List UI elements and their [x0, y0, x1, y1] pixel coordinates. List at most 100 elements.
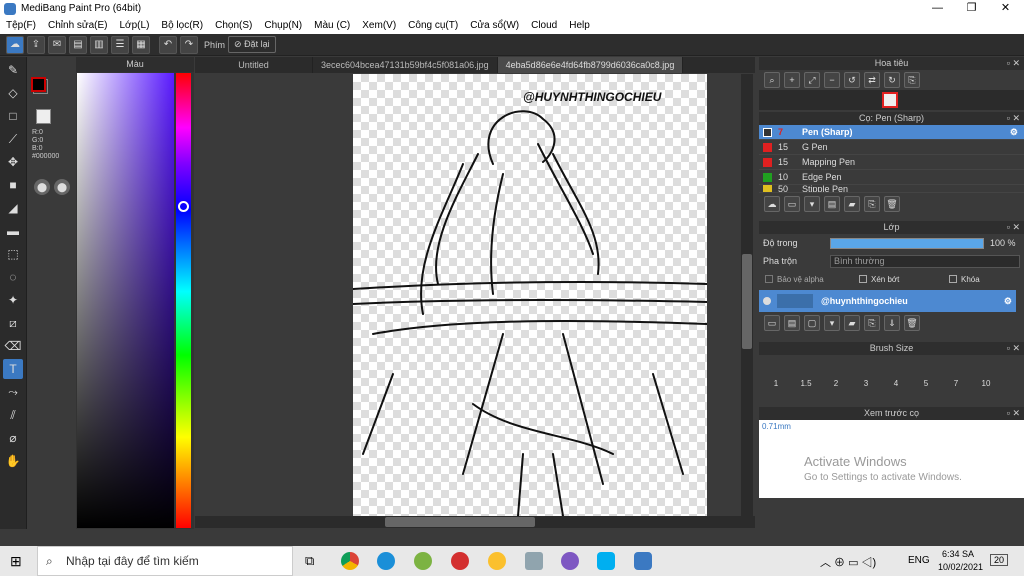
menu-cloud[interactable]: Cloud: [531, 20, 557, 31]
tab-untitled[interactable]: Untitled: [195, 57, 313, 73]
brush-panel-close-icon[interactable]: ▫ ✕: [1007, 112, 1020, 125]
taskbar-search-box[interactable]: ⌕ Nhập tại đây để tìm kiếm: [37, 546, 293, 576]
canvas-horizontal-scrollbar[interactable]: [195, 516, 755, 528]
line-tool-icon[interactable]: ⟋: [3, 129, 23, 149]
medibang-icon[interactable]: [634, 552, 652, 570]
document-icon[interactable]: ▥: [90, 35, 108, 54]
gradient-tool-icon[interactable]: ▬: [3, 221, 23, 241]
zoom-in-icon[interactable]: +: [784, 72, 800, 88]
undo-icon[interactable]: ↶: [159, 35, 177, 54]
brush-settings-icon[interactable]: ⚙: [1010, 127, 1018, 138]
tab-image-2[interactable]: 4eba5d86e6e4fd64fb8799d6036ca0c8.jpg: [497, 57, 684, 73]
tab-image-1[interactable]: 3ecec604bcea47131b59bf4c5f081a06.jpg: [313, 57, 498, 73]
add-layer-dropdown-icon[interactable]: ▾: [824, 315, 840, 331]
new-layer-icon[interactable]: ▭: [764, 315, 780, 331]
copy-view-icon[interactable]: ⎘: [904, 72, 920, 88]
drawing-canvas[interactable]: @HUYNHTHINGOCHIEU: [353, 74, 707, 516]
skype-icon[interactable]: [597, 552, 615, 570]
navigator-view-box[interactable]: [882, 92, 898, 108]
menu-view[interactable]: Xem(V): [362, 20, 396, 31]
redo-icon[interactable]: ↷: [180, 35, 198, 54]
menu-filter[interactable]: Bộ lọc(R): [161, 20, 203, 31]
select-eraser-tool-icon[interactable]: ⌫: [3, 336, 23, 356]
vertical-scroll-thumb[interactable]: [742, 254, 752, 349]
brush-properties-icon[interactable]: ▤: [824, 196, 840, 212]
duplicate-layer-icon[interactable]: ⎘: [864, 315, 880, 331]
brush-row-g-pen[interactable]: 15 G Pen: [759, 140, 1024, 155]
hue-slider-handle[interactable]: [178, 201, 189, 212]
system-tray-icons[interactable]: ︿ ⊕ ▭ ◁): [820, 554, 876, 570]
maximize-button[interactable]: ❐: [954, 0, 989, 17]
messenger-icon[interactable]: [561, 552, 579, 570]
new-layer-8bit-icon[interactable]: ▤: [784, 315, 800, 331]
eraser-tool-icon[interactable]: ◇: [3, 83, 23, 103]
cloud-brush-icon[interactable]: ☁: [764, 196, 780, 212]
select-rect-tool-icon[interactable]: ⬚: [3, 244, 23, 264]
new-layer-1bit-icon[interactable]: ▢: [804, 315, 820, 331]
notes-app-icon[interactable]: [525, 552, 543, 570]
brush-size-option[interactable]: 7: [941, 355, 971, 405]
fill-rect-tool-icon[interactable]: ■: [3, 175, 23, 195]
fit-icon[interactable]: ⤢: [804, 72, 820, 88]
move-tool-icon[interactable]: ✥: [3, 152, 23, 172]
rotate-left-icon[interactable]: ↺: [844, 72, 860, 88]
brush-row-pen-sharp[interactable]: 7 Pen (Sharp) ⚙: [759, 125, 1024, 140]
brush-size-option[interactable]: 5: [911, 355, 941, 405]
menu-snap[interactable]: Chụp(N): [264, 20, 302, 31]
blend-mode-select[interactable]: Bình thường: [830, 254, 1020, 268]
brush-size-option[interactable]: 10: [971, 355, 1001, 405]
dot-tool-icon[interactable]: □: [3, 106, 23, 126]
opacity-slider[interactable]: [830, 237, 984, 249]
brush-preview-close-icon[interactable]: ▫ ✕: [1007, 407, 1020, 420]
start-icon[interactable]: ⊞: [10, 553, 22, 570]
layer-visibility-icon[interactable]: [763, 297, 771, 305]
menu-tools[interactable]: Công cụ(T): [408, 20, 458, 31]
list-icon[interactable]: ☰: [111, 35, 129, 54]
close-button[interactable]: ✕: [988, 0, 1023, 17]
comment-icon[interactable]: ✉: [48, 35, 66, 54]
delete-layer-icon[interactable]: 🗑: [904, 315, 920, 331]
share-icon[interactable]: ⇪: [27, 35, 45, 54]
operation-tool-icon[interactable]: ⤳: [3, 382, 23, 402]
brush-size-option[interactable]: 4: [881, 355, 911, 405]
menu-layer[interactable]: Lớp(L): [120, 20, 150, 31]
lasso-tool-icon[interactable]: ◌: [3, 267, 23, 287]
layer-row[interactable]: @huynhthingochieu ⚙: [759, 290, 1016, 312]
eyedropper-tool-icon[interactable]: ⌀: [3, 428, 23, 448]
task-view-icon[interactable]: ⧉: [305, 553, 314, 569]
brush-row-edge-pen[interactable]: 10 Edge Pen: [759, 170, 1024, 185]
brush-size-option[interactable]: 2: [821, 355, 851, 405]
edge-icon[interactable]: [377, 552, 395, 570]
menu-file[interactable]: Tệp(F): [6, 20, 36, 31]
canvas-vertical-scrollbar[interactable]: [741, 74, 753, 516]
magic-wand-tool-icon[interactable]: ✦: [3, 290, 23, 310]
menu-color[interactable]: Màu (C): [314, 20, 350, 31]
protect-alpha-checkbox[interactable]: [765, 275, 773, 283]
opera-icon[interactable]: [451, 552, 469, 570]
layer-folder-icon[interactable]: ▰: [844, 315, 860, 331]
menu-window[interactable]: Cửa sổ(W): [470, 20, 519, 31]
lock-checkbox[interactable]: [949, 275, 957, 283]
hand-tool-icon[interactable]: ✋: [3, 451, 23, 471]
chrome-icon[interactable]: [341, 552, 359, 570]
brush-row-stipple-pen[interactable]: 50 Stipple Pen: [759, 185, 1024, 193]
brush-tool-icon[interactable]: ✎: [3, 60, 23, 80]
brush-size-option[interactable]: 1: [761, 355, 791, 405]
language-indicator[interactable]: ENG: [908, 555, 930, 566]
palette-icon[interactable]: ⬤: [34, 179, 50, 195]
cloud-icon[interactable]: ☁: [6, 35, 24, 54]
app-icon-green[interactable]: [414, 552, 432, 570]
navigator-close-icon[interactable]: ▫ ✕: [1007, 57, 1020, 70]
zoom-icon[interactable]: ⌕: [764, 72, 780, 88]
rotate-right-icon[interactable]: ↻: [884, 72, 900, 88]
saturation-value-box[interactable]: [77, 73, 174, 528]
navigator-preview[interactable]: [759, 90, 1024, 110]
menu-select[interactable]: Chọn(S): [215, 20, 252, 31]
layer-settings-icon[interactable]: ⚙: [1004, 296, 1012, 307]
add-brush-icon[interactable]: ▾: [804, 196, 820, 212]
brush-size-option[interactable]: 1.5: [791, 355, 821, 405]
hue-slider[interactable]: [176, 73, 191, 528]
merge-layer-icon[interactable]: ⇓: [884, 315, 900, 331]
duplicate-brush-icon[interactable]: ⎘: [864, 196, 880, 212]
menu-edit[interactable]: Chỉnh sửa(E): [48, 20, 108, 31]
